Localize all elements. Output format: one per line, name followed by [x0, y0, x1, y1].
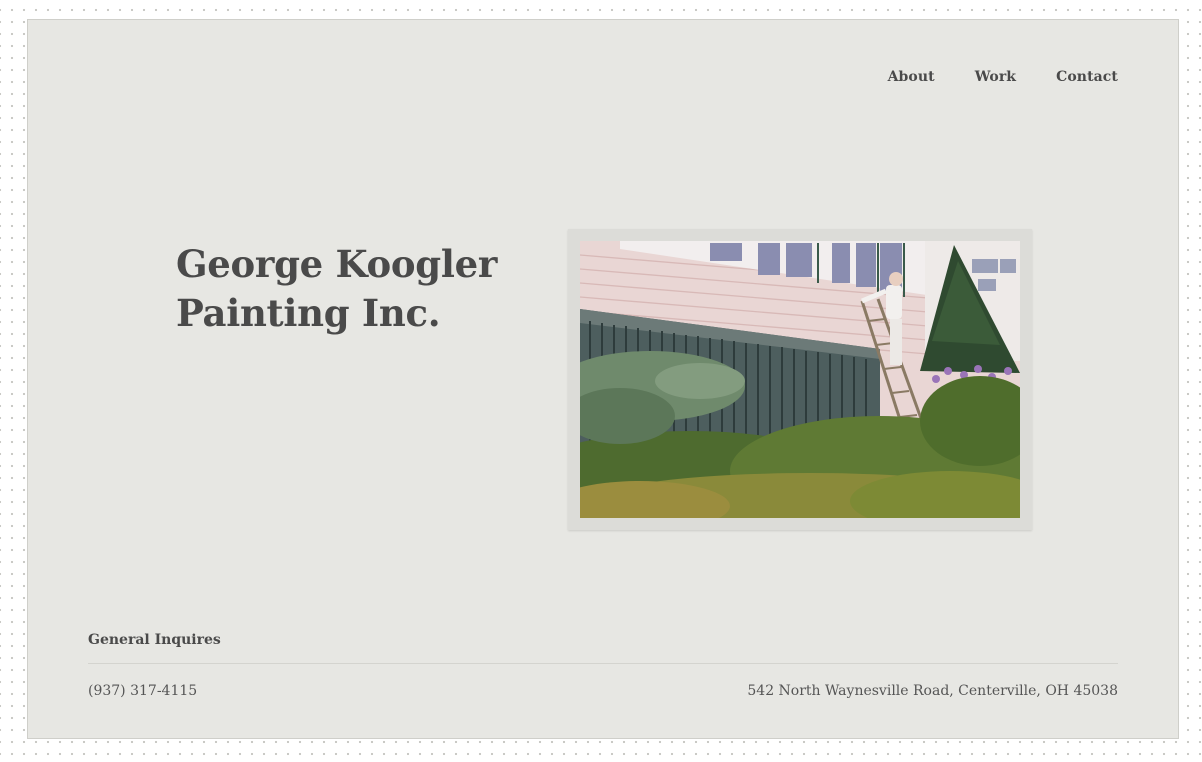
- phone-number[interactable]: (937) 317-4115: [88, 683, 197, 699]
- street-address: 542 North Waynesville Road, Centerville,…: [747, 683, 1118, 699]
- company-title-line-2: Painting Inc.: [176, 291, 441, 335]
- nav-link-work[interactable]: Work: [975, 69, 1016, 85]
- top-nav: About Work Contact: [888, 69, 1118, 85]
- company-title: George Koogler Painting Inc.: [176, 240, 497, 338]
- footer-divider: [88, 663, 1118, 664]
- company-title-line-1: George Koogler: [176, 242, 498, 286]
- general-inquiries-heading: General Inquires: [88, 632, 221, 648]
- hero-photo-house-painter: [580, 241, 1020, 518]
- hero-photo-card: [568, 229, 1032, 530]
- nav-link-contact[interactable]: Contact: [1056, 69, 1118, 85]
- page-frame: About Work Contact George Koogler Painti…: [27, 19, 1179, 739]
- nav-link-about[interactable]: About: [888, 69, 935, 85]
